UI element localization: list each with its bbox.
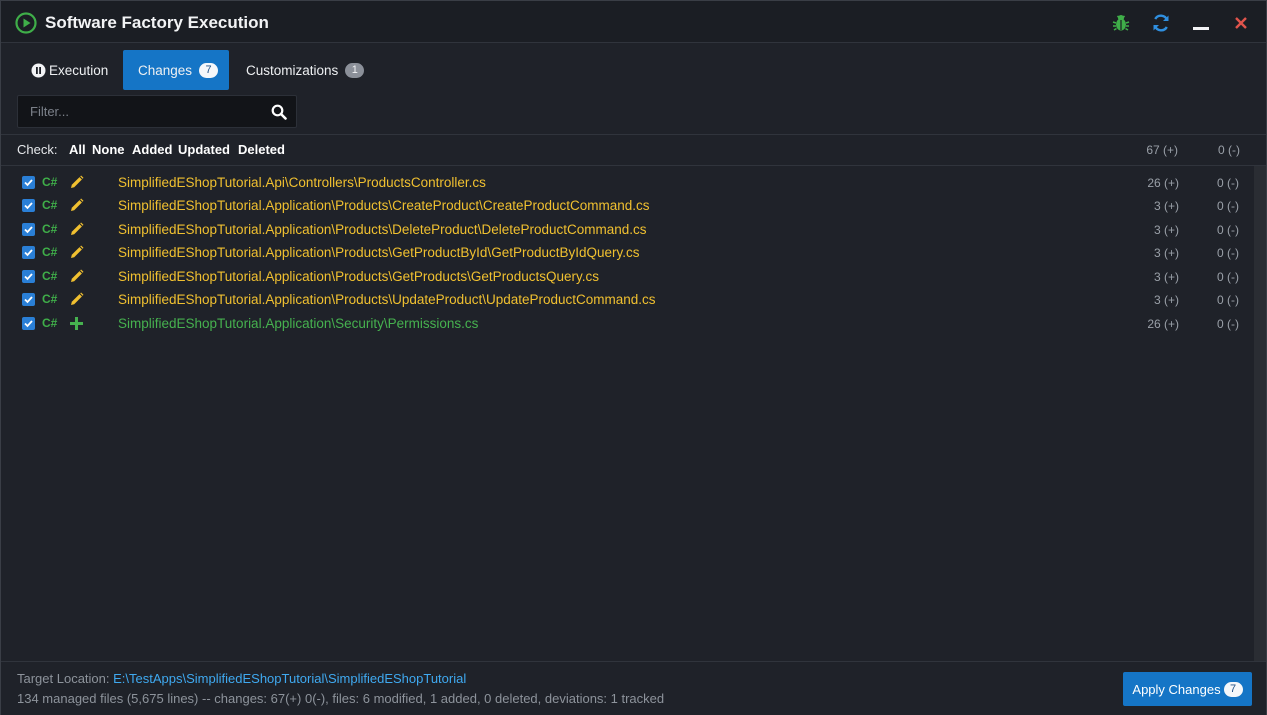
total-deletions: 0 (-)	[1218, 143, 1240, 157]
changes-count-badge: 7	[199, 62, 219, 78]
apply-changes-label: Apply Changes	[1132, 681, 1221, 697]
file-additions: 3 (+)	[1153, 270, 1179, 284]
check-updated-link[interactable]: Updated	[178, 142, 230, 157]
file-row[interactable]: C# SimplifiedEShopTutorial.Application\P…	[1, 242, 1253, 264]
check-added-link[interactable]: Added	[132, 142, 172, 157]
pencil-icon	[69, 269, 84, 284]
file-row[interactable]: C# SimplifiedEShopTutorial.Application\P…	[1, 195, 1253, 217]
pencil-icon	[69, 292, 84, 307]
file-path: SimplifiedEShopTutorial.Application\Prod…	[118, 222, 647, 237]
file-checkbox[interactable]	[22, 270, 35, 283]
file-deletions: 0 (-)	[1217, 317, 1239, 331]
file-checkbox[interactable]	[22, 223, 35, 236]
list-scrollbar[interactable]	[1254, 166, 1266, 661]
file-row[interactable]: C# SimplifiedEShopTutorial.Application\P…	[1, 219, 1253, 241]
divider	[1, 165, 1266, 166]
csharp-icon: C#	[42, 198, 58, 212]
file-path: SimplifiedEShopTutorial.Application\Prod…	[118, 245, 640, 260]
tab-execution-label: Execution	[49, 62, 109, 78]
total-additions: 67 (+)	[1146, 143, 1178, 157]
software-factory-window: Software Factory Execution Execution Cha…	[0, 0, 1267, 715]
file-checkbox[interactable]	[22, 199, 35, 212]
plus-icon	[69, 316, 84, 331]
customizations-count-badge: 1	[345, 62, 365, 78]
file-deletions: 0 (-)	[1217, 293, 1239, 307]
file-additions: 3 (+)	[1153, 246, 1179, 260]
tab-changes-label: Changes	[138, 62, 193, 78]
csharp-icon: C#	[42, 222, 58, 236]
refresh-icon[interactable]	[1150, 12, 1172, 34]
title-bar: Software Factory Execution	[1, 1, 1266, 43]
csharp-icon: C#	[42, 292, 58, 306]
apply-count-badge: 7	[1223, 681, 1243, 697]
apply-changes-button[interactable]: Apply Changes 7	[1123, 672, 1252, 706]
csharp-icon: C#	[42, 175, 58, 189]
target-location-link[interactable]: E:\TestApps\SimplifiedEShopTutorial\Simp…	[113, 671, 466, 686]
pause-circle-icon	[31, 63, 46, 78]
tab-customizations[interactable]: Customizations 1	[232, 50, 372, 90]
file-checkbox[interactable]	[22, 317, 35, 330]
pencil-icon	[69, 222, 84, 237]
tab-execution[interactable]: Execution	[17, 50, 121, 90]
csharp-icon: C#	[42, 316, 58, 330]
change-summary: 134 managed files (5,675 lines) -- chang…	[17, 691, 665, 706]
file-deletions: 0 (-)	[1217, 199, 1239, 213]
pencil-icon	[69, 245, 84, 260]
filter-input[interactable]	[18, 96, 263, 127]
check-deleted-link[interactable]: Deleted	[238, 142, 285, 157]
file-row[interactable]: C# SimplifiedEShopTutorial.Application\P…	[1, 266, 1253, 288]
file-deletions: 0 (-)	[1217, 246, 1239, 260]
divider	[1, 134, 1266, 135]
footer: Target Location: E:\TestApps\SimplifiedE…	[1, 661, 1266, 715]
file-additions: 3 (+)	[1153, 223, 1179, 237]
bug-icon[interactable]	[1110, 12, 1132, 34]
file-path: SimplifiedEShopTutorial.Application\Prod…	[118, 269, 599, 284]
minimize-icon[interactable]	[1190, 12, 1212, 34]
file-path: SimplifiedEShopTutorial.Application\Prod…	[118, 198, 650, 213]
file-additions: 26 (+)	[1147, 317, 1179, 331]
csharp-icon: C#	[42, 269, 58, 283]
target-location: Target Location: E:\TestApps\SimplifiedE…	[17, 671, 466, 686]
pencil-icon	[69, 198, 84, 213]
file-additions: 3 (+)	[1153, 293, 1179, 307]
file-row[interactable]: C# SimplifiedEShopTutorial.Api\Controlle…	[1, 172, 1253, 194]
check-none-link[interactable]: None	[92, 142, 125, 157]
search-icon[interactable]	[271, 104, 287, 120]
file-checkbox[interactable]	[22, 293, 35, 306]
file-row[interactable]: C# SimplifiedEShopTutorial.Application\S…	[1, 313, 1253, 335]
filter-box	[17, 95, 297, 128]
target-location-label: Target Location:	[17, 671, 110, 686]
file-row[interactable]: C# SimplifiedEShopTutorial.Application\P…	[1, 289, 1253, 311]
pencil-icon	[69, 175, 84, 190]
tab-changes[interactable]: Changes 7	[123, 50, 229, 90]
file-additions: 3 (+)	[1153, 199, 1179, 213]
file-deletions: 0 (-)	[1217, 270, 1239, 284]
play-icon	[15, 12, 37, 34]
close-icon[interactable]	[1230, 12, 1252, 34]
file-checkbox[interactable]	[22, 176, 35, 189]
check-bar: Check: All None Added Updated Deleted 67…	[17, 142, 1252, 160]
file-additions: 26 (+)	[1147, 176, 1179, 190]
file-path: SimplifiedEShopTutorial.Api\Controllers\…	[118, 175, 486, 190]
file-checkbox[interactable]	[22, 246, 35, 259]
file-path: SimplifiedEShopTutorial.Application\Secu…	[118, 316, 479, 331]
window-title: Software Factory Execution	[45, 13, 269, 32]
check-all-link[interactable]: All	[69, 142, 86, 157]
csharp-icon: C#	[42, 245, 58, 259]
file-deletions: 0 (-)	[1217, 223, 1239, 237]
file-deletions: 0 (-)	[1217, 176, 1239, 190]
check-label: Check:	[17, 142, 58, 157]
tab-customizations-label: Customizations	[246, 62, 339, 78]
file-path: SimplifiedEShopTutorial.Application\Prod…	[118, 292, 656, 307]
